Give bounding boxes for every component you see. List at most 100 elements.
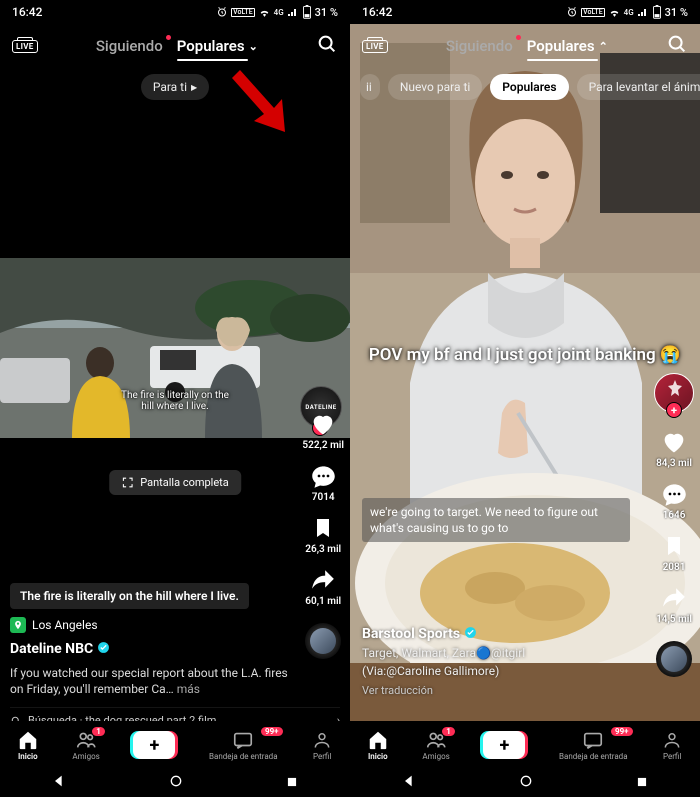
- sound-disc[interactable]: [305, 623, 341, 659]
- more-link[interactable]: más: [177, 682, 200, 696]
- live-button[interactable]: LIVE: [362, 40, 388, 53]
- nav-home[interactable]: Inicio: [17, 729, 39, 761]
- bookmark-icon: [308, 513, 338, 543]
- like-button[interactable]: 522,2 mil: [302, 409, 344, 451]
- author-avatar[interactable]: +: [654, 373, 694, 413]
- inbox-badge: 99+: [260, 726, 284, 737]
- follow-plus-icon[interactable]: +: [666, 402, 682, 418]
- signal-icon: [287, 6, 299, 18]
- search-button[interactable]: [316, 33, 338, 59]
- category-pills[interactable]: ii Nuevo para ti Populares Para levantar…: [350, 68, 700, 106]
- nav-create[interactable]: +: [133, 731, 175, 759]
- heart-icon: [308, 409, 338, 439]
- translate-link[interactable]: Ver traducción: [362, 684, 630, 697]
- fullscreen-button[interactable]: Pantalla completa: [109, 470, 241, 495]
- battery-icon: [652, 5, 662, 19]
- status-time: 16:42: [362, 5, 392, 19]
- pill-mood[interactable]: Para levantar el ánimo: [577, 74, 700, 100]
- pill-popular[interactable]: Populares: [490, 74, 568, 100]
- tab-popular[interactable]: Populares ⌄: [177, 37, 258, 55]
- bottom-nav: Inicio 1 Amigos + 99+ Bandeja de entrada…: [350, 721, 700, 769]
- home-circle-icon[interactable]: [518, 773, 534, 793]
- tab-popular[interactable]: Populares ⌃: [527, 37, 608, 55]
- home-circle-icon[interactable]: [168, 773, 184, 793]
- video-info: The fire is literally on the hill where …: [10, 583, 290, 697]
- back-icon[interactable]: [51, 773, 67, 793]
- comment-button[interactable]: 1646: [659, 479, 689, 521]
- home-icon: [17, 729, 39, 751]
- comment-button[interactable]: 7014: [308, 461, 338, 503]
- alarm-icon: [216, 6, 228, 18]
- save-button[interactable]: 26,3 mil: [305, 513, 341, 555]
- share-button[interactable]: 14,5 mil: [656, 583, 692, 625]
- android-nav-bar: [350, 769, 700, 797]
- friends-badge: 1: [441, 726, 456, 737]
- feed-tabs: Siguiendo Populares ⌄: [96, 37, 258, 55]
- author-name[interactable]: Dateline NBC: [10, 641, 290, 657]
- recents-icon[interactable]: [285, 774, 299, 793]
- status-bar: 16:42 VoLTE 4G 31 %: [0, 0, 350, 24]
- location-chip[interactable]: Los Angeles: [10, 617, 98, 633]
- video-thumbnail[interactable]: The fire is literally on the hill where …: [0, 258, 350, 438]
- wifi-icon: [258, 6, 271, 19]
- save-button[interactable]: 2081: [659, 531, 689, 573]
- recents-icon[interactable]: [635, 774, 649, 793]
- back-icon[interactable]: [401, 773, 417, 793]
- video-text-overlay: POV my bf and I just got joint banking 😭: [350, 344, 700, 366]
- auto-caption: we're going to target. We need to figure…: [362, 498, 630, 542]
- video-description[interactable]: If you watched our special report about …: [10, 665, 290, 697]
- inbox-icon: [582, 729, 604, 751]
- nav-friends[interactable]: 1 Amigos: [422, 729, 449, 761]
- nav-create[interactable]: +: [483, 731, 525, 759]
- comment-icon: [659, 479, 689, 509]
- notification-dot-icon: [516, 35, 521, 40]
- network-label: 4G: [624, 8, 634, 17]
- share-button[interactable]: 60,1 mil: [305, 565, 341, 607]
- video-fullscreen[interactable]: POV my bf and I just got joint banking 😭…: [350, 24, 700, 722]
- home-icon: [367, 729, 389, 751]
- share-icon: [659, 583, 689, 613]
- pill-new-for-you[interactable]: Nuevo para ti: [388, 74, 482, 100]
- nav-friends[interactable]: 1 Amigos: [72, 729, 99, 761]
- nav-home[interactable]: Inicio: [367, 729, 389, 761]
- sound-disc[interactable]: [656, 641, 692, 677]
- video-meta-line1[interactable]: Target, Walmart, Zara🔵@itgirl: [362, 646, 630, 660]
- video-meta-line2[interactable]: (Via:@Caroline Gallimore): [362, 664, 630, 678]
- friends-badge: 1: [91, 726, 106, 737]
- chevron-down-icon: ⌄: [249, 40, 258, 53]
- search-button[interactable]: [666, 33, 688, 59]
- status-right-cluster: VoLTE 4G 31 %: [566, 5, 688, 19]
- status-time: 16:42: [12, 5, 42, 19]
- tab-following[interactable]: Siguiendo: [96, 37, 163, 55]
- feed-tabs: Siguiendo Populares ⌃: [446, 37, 608, 55]
- live-button[interactable]: LIVE: [12, 40, 38, 53]
- pill-for-you[interactable]: Para ti ▶: [141, 74, 209, 100]
- caption-line: The fire is literally on the hill where …: [10, 583, 249, 609]
- verified-icon: [97, 641, 110, 657]
- nav-inbox[interactable]: 99+ Bandeja de entrada: [559, 729, 628, 761]
- bottom-nav: Inicio 1 Amigos + 99+ Bandeja de entrada…: [0, 721, 350, 769]
- top-nav: LIVE Siguiendo Populares ⌄: [0, 24, 350, 68]
- action-rail: + 84,3 mil 1646 2081 14,5 mil: [654, 373, 694, 677]
- status-bar: 16:42 VoLTE 4G 31 %: [350, 0, 700, 24]
- signal-icon: [637, 6, 649, 18]
- video-overlay-caption: The fire is literally on the hill where …: [121, 390, 229, 412]
- inbox-badge: 99+: [610, 726, 634, 737]
- nav-profile[interactable]: Perfil: [661, 729, 683, 761]
- wifi-icon: [608, 6, 621, 19]
- pill-partial[interactable]: ii: [360, 74, 380, 100]
- volte-icon: VoLTE: [231, 8, 254, 17]
- nav-inbox[interactable]: 99+ Bandeja de entrada: [209, 729, 278, 761]
- plus-icon: +: [483, 731, 525, 759]
- nav-profile[interactable]: Perfil: [311, 729, 333, 761]
- status-right-cluster: VoLTE 4G 31 %: [216, 5, 338, 19]
- screenshot-left: 16:42 VoLTE 4G 31 % LIVE Siguiendo: [0, 0, 350, 797]
- author-name[interactable]: Barstool Sports: [362, 626, 630, 642]
- tab-following[interactable]: Siguiendo: [446, 37, 513, 55]
- alarm-icon: [566, 6, 578, 18]
- fullscreen-icon: [121, 476, 134, 489]
- like-button[interactable]: 84,3 mil: [656, 427, 692, 469]
- video-info: Barstool Sports Target, Walmart, Zara🔵@i…: [362, 626, 630, 697]
- network-label: 4G: [274, 8, 284, 17]
- profile-icon: [661, 729, 683, 751]
